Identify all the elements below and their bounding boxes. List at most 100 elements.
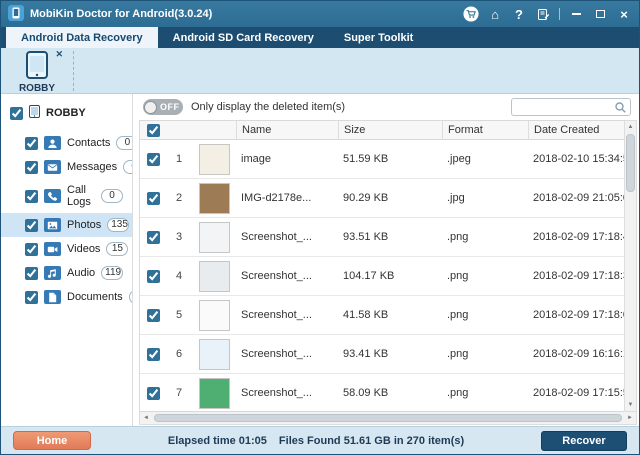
search-icon[interactable] xyxy=(614,101,627,117)
documents-icon xyxy=(44,290,61,304)
file-format: .jpg xyxy=(442,192,528,204)
sidebar-item-label: Call Logs xyxy=(67,184,95,208)
horizontal-scroll-thumb[interactable] xyxy=(154,414,622,422)
sidebar-item-contacts[interactable]: Contacts 0 xyxy=(1,131,132,155)
close-button[interactable]: × xyxy=(616,6,632,22)
file-format: .png xyxy=(442,387,528,399)
device-checkbox[interactable] xyxy=(10,107,23,120)
filter-label: Only display the deleted item(s) xyxy=(191,101,345,113)
sidebar-device-header: ROBBY xyxy=(1,102,132,131)
column-header-name[interactable]: Name xyxy=(236,121,338,139)
tab-android-sd-card-recovery[interactable]: Android SD Card Recovery xyxy=(158,27,329,48)
table-row[interactable]: 7 Screenshot_... 58.09 KB .png 2018-02-0… xyxy=(140,374,624,411)
table-row[interactable]: 2 IMG-d2178e... 90.29 KB .jpg 2018-02-09… xyxy=(140,179,624,218)
scroll-up-icon[interactable]: ▲ xyxy=(625,121,636,133)
sidebar-item-call-logs[interactable]: Call Logs 0 xyxy=(1,179,132,213)
messages-checkbox[interactable] xyxy=(25,161,38,174)
scroll-right-icon[interactable]: ► xyxy=(624,412,636,424)
cart-icon[interactable] xyxy=(463,6,479,22)
file-table: Name Size Format Date Created 1 image 51… xyxy=(139,120,637,412)
phone-icon xyxy=(26,51,48,82)
contacts-checkbox[interactable] xyxy=(25,137,38,150)
photo-thumbnail xyxy=(199,144,230,175)
sidebar-item-photos[interactable]: Photos 135 xyxy=(1,213,132,237)
photo-thumbnail xyxy=(199,339,230,370)
category-sidebar: ROBBY Contacts 0 Messages 0 Call Logs 0 xyxy=(1,94,133,426)
column-header-format[interactable]: Format xyxy=(442,121,528,139)
horizontal-scrollbar[interactable]: ◄ ► xyxy=(139,412,637,425)
photos-checkbox[interactable] xyxy=(25,219,38,232)
scroll-down-icon[interactable]: ▼ xyxy=(625,399,636,411)
vertical-scrollbar[interactable]: ▲ ▼ xyxy=(624,120,637,412)
search-input[interactable] xyxy=(511,98,631,116)
photo-thumbnail xyxy=(199,300,230,331)
file-date: 2018-02-09 17:18:04 xyxy=(528,309,624,321)
search-box xyxy=(511,98,631,116)
sidebar-item-label: Videos xyxy=(67,243,100,255)
call-logs-icon xyxy=(44,189,61,203)
app-window: MobiKin Doctor for Android(3.0.24) ⌂ ? ×… xyxy=(0,0,640,455)
home-button[interactable]: Home xyxy=(13,431,91,450)
toggle-label: OFF xyxy=(160,102,180,112)
select-all-checkbox[interactable] xyxy=(147,124,160,137)
vertical-scroll-thumb[interactable] xyxy=(626,134,635,192)
file-size: 41.58 KB xyxy=(338,309,442,321)
sidebar-item-label: Photos xyxy=(67,219,101,231)
count-badge: 0 xyxy=(101,189,123,203)
file-date: 2018-02-09 17:15:57 xyxy=(528,387,624,399)
file-size: 90.29 KB xyxy=(338,192,442,204)
sidebar-item-audio[interactable]: Audio 119 xyxy=(1,261,132,285)
file-size: 58.09 KB xyxy=(338,387,442,399)
file-format: .png xyxy=(442,348,528,360)
table-body: 1 image 51.59 KB .jpeg 2018-02-10 15:34:… xyxy=(140,140,624,411)
row-checkbox[interactable] xyxy=(147,231,160,244)
row-checkbox[interactable] xyxy=(147,270,160,283)
sidebar-item-messages[interactable]: Messages 0 xyxy=(1,155,132,179)
column-header-size[interactable]: Size xyxy=(338,121,442,139)
file-format: .jpeg xyxy=(442,153,528,165)
table-row[interactable]: 1 image 51.59 KB .jpeg 2018-02-10 15:34:… xyxy=(140,140,624,179)
sidebar-item-documents[interactable]: Documents 1 xyxy=(1,285,132,309)
row-index: 2 xyxy=(166,192,192,204)
device-close-icon[interactable]: ✕ xyxy=(55,50,63,59)
register-icon[interactable] xyxy=(535,6,551,22)
audio-checkbox[interactable] xyxy=(25,267,38,280)
device-separator xyxy=(73,51,74,91)
row-checkbox[interactable] xyxy=(147,348,160,361)
row-index: 6 xyxy=(166,348,192,360)
home-icon[interactable]: ⌂ xyxy=(487,6,503,22)
column-header-date[interactable]: Date Created xyxy=(528,121,624,139)
table-row[interactable]: 5 Screenshot_... 41.58 KB .png 2018-02-0… xyxy=(140,296,624,335)
table-row[interactable]: 6 Screenshot_... 93.41 KB .png 2018-02-0… xyxy=(140,335,624,374)
deleted-only-toggle[interactable]: OFF xyxy=(143,99,183,115)
row-checkbox[interactable] xyxy=(147,153,160,166)
maximize-button[interactable] xyxy=(592,6,608,22)
row-checkbox[interactable] xyxy=(147,387,160,400)
file-date: 2018-02-09 17:18:32 xyxy=(528,270,624,282)
call-logs-checkbox[interactable] xyxy=(25,190,38,203)
minimize-button[interactable] xyxy=(568,6,584,22)
file-format: .png xyxy=(442,270,528,282)
photo-thumbnail xyxy=(199,378,230,409)
table-row[interactable]: 4 Screenshot_... 104.17 KB .png 2018-02-… xyxy=(140,257,624,296)
sidebar-item-videos[interactable]: Videos 15 xyxy=(1,237,132,261)
row-checkbox[interactable] xyxy=(147,192,160,205)
row-checkbox[interactable] xyxy=(147,309,160,322)
table-row[interactable]: 3 Screenshot_... 93.51 KB .png 2018-02-0… xyxy=(140,218,624,257)
documents-checkbox[interactable] xyxy=(25,291,38,304)
row-index: 1 xyxy=(166,153,192,165)
help-icon[interactable]: ? xyxy=(511,6,527,22)
tab-android-data-recovery[interactable]: Android Data Recovery xyxy=(6,27,158,48)
photos-icon xyxy=(44,218,61,232)
photo-thumbnail xyxy=(199,261,230,292)
window-title: MobiKin Doctor for Android(3.0.24) xyxy=(30,8,212,20)
recover-button[interactable]: Recover xyxy=(541,431,627,451)
tab-super-toolkit[interactable]: Super Toolkit xyxy=(329,27,428,48)
file-name: IMG-d2178e... xyxy=(236,192,338,204)
scroll-left-icon[interactable]: ◄ xyxy=(140,412,152,424)
device-card[interactable]: ✕ ROBBY xyxy=(11,51,63,91)
videos-checkbox[interactable] xyxy=(25,243,38,256)
main-area: ROBBY Contacts 0 Messages 0 Call Logs 0 xyxy=(1,94,639,426)
toggle-knob xyxy=(144,101,157,114)
file-size: 93.41 KB xyxy=(338,348,442,360)
